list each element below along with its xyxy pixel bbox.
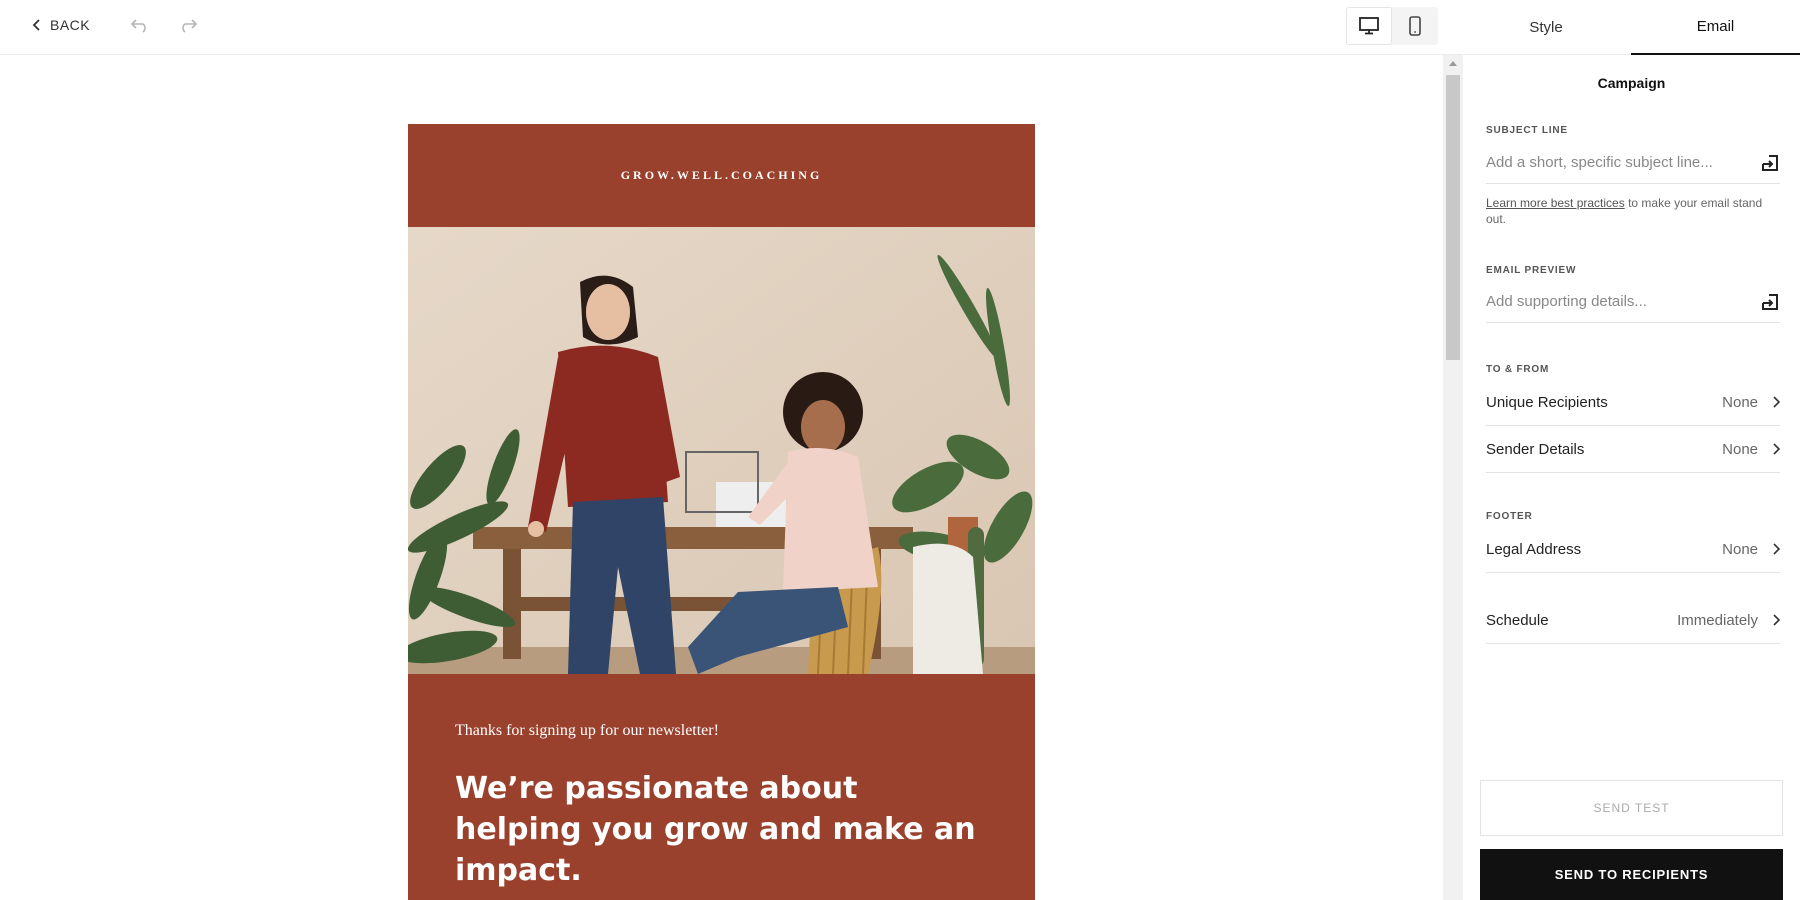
subject-line-label: SUBJECT LINE (1486, 125, 1568, 136)
subject-line-placeholder: Add a short, specific subject line... (1486, 154, 1713, 171)
send-to-recipients-button[interactable]: SEND TO RECIPIENTS (1480, 849, 1783, 900)
panel-title: Campaign (1597, 75, 1666, 91)
hero-photo-illustration (408, 227, 1035, 674)
best-practices-link[interactable]: Learn more best practices (1486, 196, 1625, 210)
unique-recipients-value: None (1722, 393, 1758, 411)
canvas-scrollbar[interactable] (1443, 55, 1463, 900)
sender-details-row[interactable]: Sender Details None (1486, 426, 1780, 473)
chevron-left-icon (32, 19, 40, 31)
legal-address-label: Legal Address (1486, 540, 1582, 558)
back-button[interactable]: BACK (30, 14, 90, 36)
email-body[interactable]: Thanks for signing up for our newsletter… (408, 674, 1035, 900)
chevron-right-icon (1773, 443, 1780, 455)
email-preview: GROW.WELL.COACHING Thanks for signing up… (408, 124, 1035, 900)
scroll-up-arrow-icon[interactable] (1449, 61, 1457, 66)
unique-recipients-row[interactable]: Unique Recipients None (1486, 379, 1780, 426)
back-label: BACK (50, 17, 91, 33)
desktop-view-button[interactable] (1346, 7, 1392, 45)
unique-recipients-label: Unique Recipients (1486, 393, 1608, 411)
intro-text: Thanks for signing up for our newsletter… (455, 722, 719, 739)
scroll-thumb[interactable] (1446, 75, 1460, 360)
legal-address-value: None (1722, 540, 1758, 558)
email-headline: We’re passionate about helping you grow … (455, 771, 976, 888)
brand-name: GROW.WELL.COACHING (620, 168, 823, 182)
chevron-right-icon (1773, 614, 1780, 626)
to-from-label: TO & FROM (1486, 364, 1550, 375)
chevron-right-icon (1773, 396, 1780, 408)
email-preview-placeholder: Add supporting details... (1486, 293, 1647, 310)
insert-tag-icon[interactable] (1760, 153, 1780, 173)
tab-email-label: Email (1696, 18, 1735, 35)
campaign-panel: Campaign SUBJECT LINE Add a short, speci… (1463, 55, 1800, 900)
tab-style[interactable]: Style (1461, 0, 1631, 55)
sender-details-label: Sender Details (1486, 440, 1585, 458)
undo-icon (130, 19, 146, 33)
schedule-label: Schedule (1486, 611, 1549, 629)
chevron-right-icon (1773, 543, 1780, 555)
hero-image[interactable] (408, 227, 1035, 674)
mobile-view-button[interactable] (1392, 7, 1438, 45)
mobile-icon (1409, 16, 1421, 36)
email-preview-field[interactable]: Add supporting details... (1486, 281, 1780, 323)
email-preview-label: EMAIL PREVIEW (1486, 265, 1577, 276)
email-header[interactable]: GROW.WELL.COACHING (408, 124, 1035, 227)
send-test-button[interactable]: SEND TEST (1480, 780, 1783, 836)
footer-label: FOOTER (1486, 511, 1533, 522)
redo-button[interactable] (176, 13, 200, 37)
top-toolbar: BACK Style Email (0, 0, 1800, 55)
tab-style-label: Style (1529, 19, 1563, 36)
subject-line-field[interactable]: Add a short, specific subject line... (1486, 142, 1780, 184)
schedule-value: Immediately (1677, 611, 1758, 629)
best-practices-help: Learn more best practices to make your e… (1486, 195, 1780, 227)
sender-details-value: None (1722, 440, 1758, 458)
undo-button[interactable] (128, 13, 152, 37)
desktop-icon (1359, 17, 1379, 35)
schedule-row[interactable]: Schedule Immediately (1486, 597, 1780, 644)
email-canvas: GROW.WELL.COACHING Thanks for signing up… (0, 55, 1443, 900)
device-view-toggle (1346, 7, 1438, 45)
insert-tag-icon[interactable] (1760, 292, 1780, 312)
legal-address-row[interactable]: Legal Address None (1486, 526, 1780, 573)
tab-email[interactable]: Email (1631, 0, 1800, 55)
redo-icon (182, 19, 198, 33)
